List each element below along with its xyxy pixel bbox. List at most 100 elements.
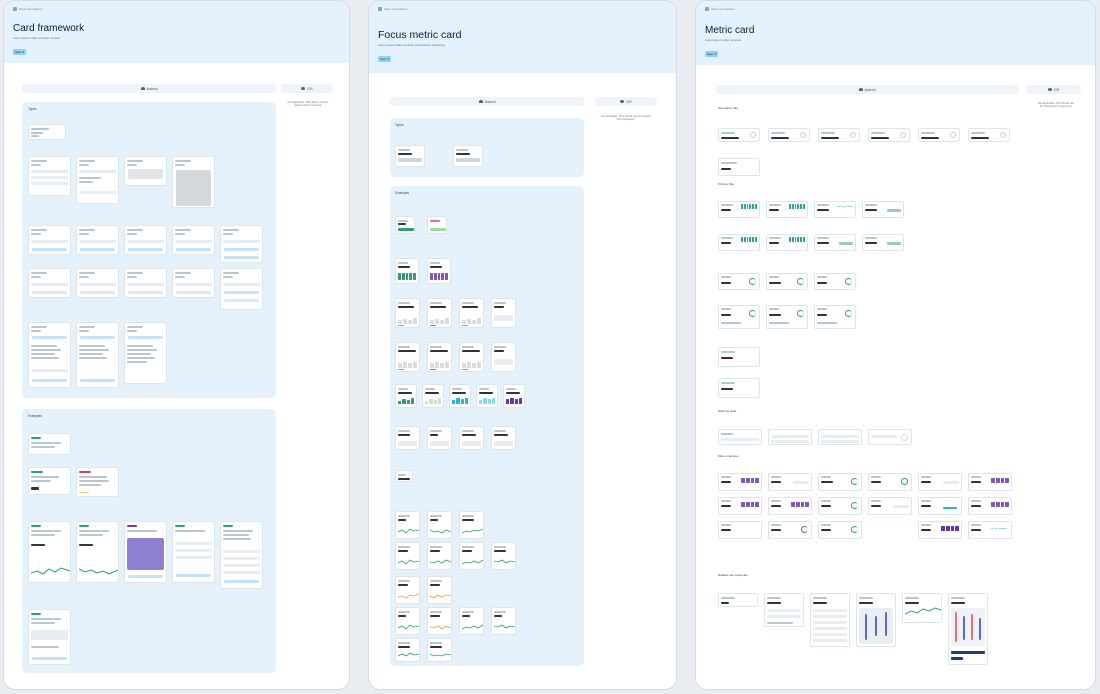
card[interactable] bbox=[220, 268, 263, 310]
card[interactable] bbox=[718, 234, 760, 251]
spec-chip[interactable]: Spec ▾ bbox=[378, 56, 392, 62]
card[interactable] bbox=[718, 497, 762, 515]
card[interactable] bbox=[768, 473, 812, 491]
card[interactable] bbox=[766, 201, 808, 218]
card[interactable] bbox=[395, 258, 419, 284]
card[interactable] bbox=[718, 593, 758, 607]
card[interactable] bbox=[395, 384, 417, 408]
tab-android[interactable]: Android bbox=[390, 97, 584, 106]
spec-chip[interactable]: Spec ▾ bbox=[13, 49, 27, 55]
card[interactable] bbox=[768, 128, 810, 142]
card[interactable] bbox=[718, 347, 760, 367]
card[interactable] bbox=[491, 342, 516, 372]
card[interactable] bbox=[395, 342, 420, 372]
card[interactable] bbox=[503, 384, 525, 408]
card[interactable] bbox=[427, 342, 452, 372]
card[interactable] bbox=[764, 593, 804, 627]
card[interactable] bbox=[427, 216, 447, 234]
card[interactable] bbox=[868, 429, 912, 445]
card[interactable] bbox=[968, 473, 1012, 491]
card[interactable] bbox=[768, 521, 812, 539]
tab-ios[interactable]: iOS bbox=[281, 84, 333, 93]
card[interactable] bbox=[76, 225, 119, 255]
card[interactable] bbox=[766, 305, 808, 329]
card[interactable] bbox=[814, 234, 856, 251]
breadcrumb[interactable]: Wear Annotations bbox=[13, 7, 340, 11]
card[interactable] bbox=[172, 156, 215, 208]
card[interactable] bbox=[28, 322, 71, 388]
card[interactable] bbox=[28, 521, 71, 583]
card[interactable] bbox=[427, 576, 452, 604]
card[interactable] bbox=[718, 305, 760, 329]
card[interactable] bbox=[427, 638, 452, 662]
card[interactable] bbox=[918, 521, 962, 539]
card[interactable] bbox=[395, 607, 420, 635]
card[interactable] bbox=[124, 225, 167, 255]
card[interactable] bbox=[28, 268, 71, 298]
card[interactable] bbox=[918, 128, 960, 142]
card[interactable] bbox=[449, 384, 471, 408]
card[interactable] bbox=[491, 298, 516, 328]
card[interactable] bbox=[28, 156, 71, 196]
card[interactable] bbox=[28, 609, 71, 665]
card[interactable] bbox=[395, 542, 420, 570]
card[interactable] bbox=[28, 467, 71, 495]
card[interactable] bbox=[818, 497, 862, 515]
card[interactable] bbox=[818, 429, 862, 445]
card[interactable] bbox=[28, 433, 71, 455]
card[interactable] bbox=[818, 521, 862, 539]
card[interactable] bbox=[124, 268, 167, 298]
card[interactable] bbox=[28, 124, 66, 140]
card[interactable] bbox=[76, 156, 119, 204]
card[interactable] bbox=[968, 521, 1012, 539]
card[interactable] bbox=[868, 128, 910, 142]
card[interactable] bbox=[395, 511, 420, 539]
spec-chip[interactable]: Spec ▾ bbox=[705, 51, 719, 57]
breadcrumb[interactable]: Wear Annotations bbox=[705, 7, 1086, 11]
card[interactable] bbox=[856, 593, 896, 647]
card[interactable] bbox=[427, 607, 452, 635]
card[interactable] bbox=[902, 593, 942, 623]
card[interactable] bbox=[427, 258, 451, 284]
card[interactable] bbox=[395, 470, 413, 482]
card[interactable] bbox=[968, 497, 1012, 515]
card[interactable] bbox=[862, 201, 904, 218]
card[interactable] bbox=[718, 128, 760, 142]
card[interactable] bbox=[718, 473, 762, 491]
card[interactable] bbox=[422, 384, 444, 408]
card[interactable] bbox=[814, 273, 856, 290]
card[interactable] bbox=[427, 298, 452, 328]
card[interactable] bbox=[862, 234, 904, 251]
card[interactable] bbox=[459, 511, 484, 539]
card[interactable] bbox=[810, 593, 850, 647]
tab-android[interactable]: Android bbox=[716, 85, 1018, 94]
card[interactable] bbox=[124, 322, 167, 384]
card[interactable] bbox=[76, 521, 119, 583]
card[interactable] bbox=[918, 497, 962, 515]
tab-ios[interactable]: iOS bbox=[595, 97, 657, 106]
card[interactable] bbox=[868, 473, 912, 491]
card[interactable] bbox=[459, 542, 484, 570]
card[interactable] bbox=[172, 225, 215, 255]
card[interactable] bbox=[172, 521, 215, 583]
card[interactable] bbox=[395, 638, 420, 662]
card[interactable] bbox=[76, 268, 119, 298]
card[interactable] bbox=[818, 128, 860, 142]
card[interactable] bbox=[476, 384, 498, 408]
card[interactable] bbox=[491, 542, 516, 570]
card[interactable] bbox=[220, 225, 263, 263]
card[interactable] bbox=[766, 273, 808, 290]
card[interactable] bbox=[395, 216, 415, 234]
card[interactable] bbox=[948, 593, 988, 665]
card[interactable] bbox=[718, 158, 760, 176]
card[interactable] bbox=[768, 429, 812, 445]
card[interactable] bbox=[427, 426, 452, 450]
card[interactable] bbox=[718, 378, 760, 398]
card[interactable] bbox=[453, 145, 483, 167]
card[interactable] bbox=[918, 473, 962, 491]
card[interactable] bbox=[124, 521, 167, 583]
card[interactable] bbox=[968, 128, 1010, 142]
card[interactable] bbox=[395, 576, 420, 604]
card[interactable] bbox=[718, 521, 762, 539]
card[interactable] bbox=[427, 542, 452, 570]
